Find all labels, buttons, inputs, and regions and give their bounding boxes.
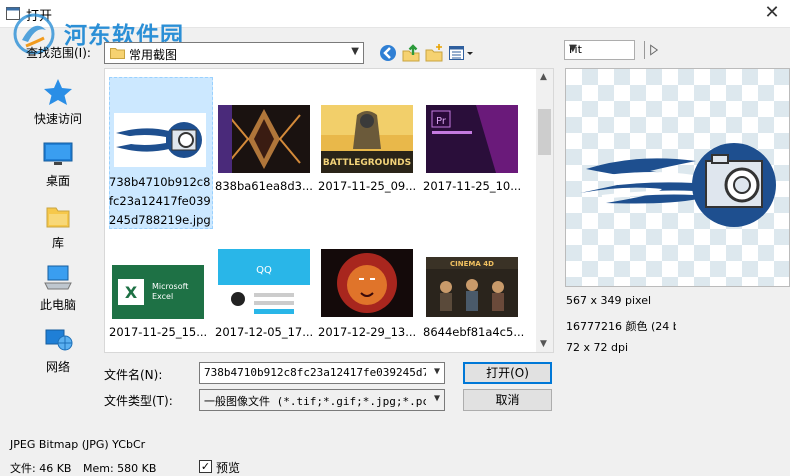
cinema4d-thumbnail: CINEMA 4D: [426, 257, 518, 317]
computer-icon: [44, 265, 72, 290]
image-preview: [565, 68, 790, 287]
close-button[interactable]: ✕: [762, 3, 782, 23]
excel-thumbnail: X Microsoft Excel: [112, 265, 204, 319]
view-menu-icon[interactable]: [448, 43, 476, 63]
place-network[interactable]: 网络: [20, 320, 96, 376]
star-icon: [44, 79, 72, 105]
file-name: 838ba61ea8d3...: [215, 179, 313, 193]
place-this-pc[interactable]: 此电脑: [20, 258, 96, 314]
svg-text:Microsoft: Microsoft: [152, 282, 188, 291]
file-item[interactable]: 738b4710b912c8fc23a12417fe039245d788219e…: [109, 77, 213, 229]
file-thumbnail: [218, 105, 310, 173]
scroll-up-icon[interactable]: ▲: [540, 72, 547, 82]
network-icon: [45, 329, 73, 351]
file-name: 738b4710b912c8fc23a12417fe039245d788219e…: [109, 175, 211, 227]
image-colors: 16777216 颜色 (24 bit): [566, 320, 676, 333]
format-info: JPEG Bitmap (JPG) YCbCr: [10, 438, 146, 451]
vertical-scrollbar[interactable]: ▲ ▼: [536, 69, 553, 352]
memory-size: Mem: 580 KB: [82, 462, 157, 475]
look-in-label: 查找范围(I):: [26, 46, 91, 60]
file-name: 2017-11-25_09...: [318, 179, 417, 193]
file-name: 2017-11-25_15...: [109, 325, 208, 339]
svg-text:BATTLEGROUNDS: BATTLEGROUNDS: [323, 158, 411, 168]
file-item[interactable]: CINEMA 4D 8644ebf81a4c5...: [423, 249, 527, 359]
place-label: 库: [51, 236, 64, 250]
svg-text:X: X: [125, 283, 138, 302]
file-name: 8644ebf81a4c5...: [423, 325, 525, 339]
places-bar: 快速访问 桌面 库 此电脑 网络: [20, 68, 96, 374]
file-item[interactable]: BATTLEGROUNDS 2017-11-25_09...: [318, 103, 422, 229]
qq-login-thumbnail: QQ: [218, 249, 310, 317]
file-thumbnail: X Microsoft Excel: [112, 265, 204, 319]
folder-icon: [110, 48, 125, 59]
filetype-combo[interactable]: 一般图像文件 (*.tif;*.gif;*.jpg;*.pcx ▼: [199, 389, 445, 411]
battlegrounds-thumbnail: BATTLEGROUNDS: [321, 105, 413, 173]
svg-text:QQ: QQ: [256, 265, 272, 276]
camera-comet-thumbnail: [116, 122, 202, 158]
place-desktop[interactable]: 桌面: [20, 134, 96, 190]
up-folder-icon[interactable]: [401, 43, 421, 63]
place-quick-access[interactable]: 快速访问: [20, 72, 96, 128]
title-bar: 打开 ✕: [0, 0, 790, 28]
file-size: 文件: 46 KB: [10, 462, 72, 475]
file-item[interactable]: 838ba61ea8d3...: [215, 103, 319, 229]
look-in-value: 常用截图: [129, 48, 178, 62]
image-dimensions: 567 x 349 pixel: [566, 294, 652, 307]
file-thumbnail: QQ: [218, 249, 310, 317]
library-icon: [46, 207, 70, 228]
filename-label: 文件名(N):: [104, 368, 163, 382]
chevron-down-icon[interactable]: ▼: [434, 393, 440, 404]
checkbox-checked-icon[interactable]: ✓: [199, 460, 212, 473]
file-thumbnail: Pr: [426, 105, 518, 173]
file-item[interactable]: Pr 2017-11-25_10...: [423, 103, 527, 229]
look-in-combo[interactable]: 常用截图 ▼: [104, 42, 364, 64]
play-icon[interactable]: [644, 41, 662, 59]
file-item[interactable]: QQ 2017-12-05_17...: [215, 249, 319, 359]
image-dpi: 72 x 72 dpi: [566, 341, 629, 354]
chevron-down-icon: ▼: [351, 46, 359, 57]
file-thumbnail: [114, 113, 206, 167]
file-list[interactable]: 738b4710b912c8fc23a12417fe039245d788219e…: [104, 68, 554, 353]
filename-value: 738b4710b912c8fc23a12417fe039245d7882: [204, 366, 426, 379]
place-label: 此电脑: [39, 298, 76, 312]
place-label: 快速访问: [33, 112, 82, 126]
fit-combo[interactable]: Fit ▼: [564, 40, 635, 60]
file-thumbnail: [321, 249, 413, 317]
filetype-value: 一般图像文件 (*.tif;*.gif;*.jpg;*.pcx: [204, 395, 426, 408]
place-library[interactable]: 库: [20, 196, 96, 252]
camera-comet-preview: [580, 143, 776, 227]
file-name: 2017-12-29_13...: [318, 325, 417, 339]
file-name: 2017-11-25_10...: [423, 179, 522, 193]
lion-thumbnail: [321, 249, 413, 317]
scroll-down-icon[interactable]: ▼: [540, 339, 547, 349]
size-info: 文件: 46 KB Mem: 580 KB: [10, 460, 156, 476]
chevron-down-icon: ▼: [569, 43, 577, 54]
file-thumbnail: BATTLEGROUNDS: [321, 105, 413, 173]
filename-input[interactable]: 738b4710b912c8fc23a12417fe039245d7882 ▼: [199, 362, 445, 384]
filetype-label: 文件类型(T):: [104, 394, 173, 408]
desktop-icon: [43, 142, 73, 165]
app-icon: [6, 7, 20, 20]
ornament-thumbnail: [218, 105, 310, 173]
premiere-thumbnail: Pr: [426, 105, 518, 173]
new-folder-icon[interactable]: [424, 43, 444, 63]
place-label: 桌面: [45, 174, 70, 188]
preview-label: 预览: [216, 461, 241, 475]
open-button[interactable]: 打开(O): [463, 362, 552, 384]
place-label: 网络: [45, 360, 70, 374]
svg-text:Pr: Pr: [436, 116, 447, 127]
cancel-button[interactable]: 取消: [463, 389, 552, 411]
file-name: 2017-12-05_17...: [215, 325, 314, 339]
svg-text:Excel: Excel: [152, 292, 173, 301]
file-thumbnail: CINEMA 4D: [426, 257, 518, 317]
file-item[interactable]: X Microsoft Excel 2017-11-25_15...: [109, 249, 213, 359]
svg-text:CINEMA 4D: CINEMA 4D: [450, 260, 494, 268]
scrollbar-thumb[interactable]: [538, 109, 551, 155]
file-item[interactable]: 2017-12-29_13...: [318, 249, 422, 359]
back-icon[interactable]: [378, 43, 398, 63]
window-title: 打开: [26, 9, 53, 24]
chevron-down-icon[interactable]: ▼: [434, 366, 440, 377]
